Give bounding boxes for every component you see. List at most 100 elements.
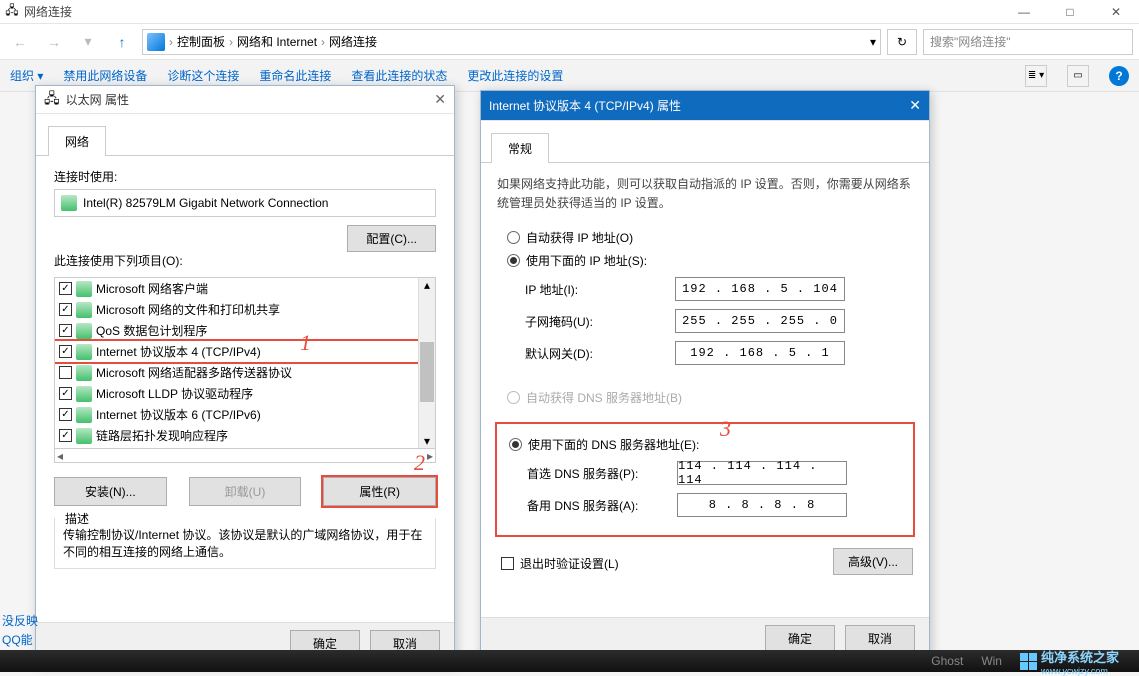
brand-name: 纯净系统之家 bbox=[1041, 647, 1119, 666]
checkbox[interactable]: ✓ bbox=[59, 429, 72, 442]
tab-network[interactable]: 网络 bbox=[48, 126, 106, 156]
checkbox[interactable]: ✓ bbox=[59, 303, 72, 316]
list-item[interactable]: Microsoft LLDP 协议驱动程序 bbox=[96, 385, 253, 402]
protocol-icon bbox=[76, 302, 92, 318]
checkbox[interactable]: ✓ bbox=[59, 282, 72, 295]
checkbox[interactable] bbox=[501, 557, 514, 570]
eth-titlebar[interactable]: 🖧 以太网 属性 ✕ bbox=[36, 86, 454, 114]
checkbox[interactable]: ✓ bbox=[59, 387, 72, 400]
uninstall-button: 卸载(U) bbox=[189, 477, 302, 506]
advanced-button[interactable]: 高级(V)... bbox=[833, 548, 913, 575]
crumb-network-internet[interactable]: 网络和 Internet bbox=[237, 33, 317, 50]
crumb-control-panel[interactable]: 控制面板 bbox=[177, 33, 225, 50]
dns1-input[interactable]: 114 . 114 . 114 . 114 bbox=[677, 461, 847, 485]
radio-auto-ip[interactable]: 自动获得 IP 地址(O) bbox=[507, 229, 913, 246]
dns2-label: 备用 DNS 服务器(A): bbox=[527, 497, 677, 514]
protocol-icon bbox=[76, 407, 92, 423]
ethernet-properties-dialog: 🖧 以太网 属性 ✕ 网络 连接时使用: Intel(R) 82579LM Gi… bbox=[35, 85, 455, 665]
maximize-button[interactable]: □ bbox=[1047, 0, 1093, 23]
rename-button[interactable]: 重命名此连接 bbox=[259, 67, 331, 84]
checkbox[interactable]: ✓ bbox=[59, 324, 72, 337]
background-links: 没反映 QQ能 bbox=[2, 612, 38, 648]
dns2-input[interactable]: 8 . 8 . 8 . 8 bbox=[677, 493, 847, 517]
mask-label: 子网掩码(U): bbox=[525, 313, 675, 330]
tab-general[interactable]: 常规 bbox=[491, 133, 549, 163]
ip-ok-button[interactable]: 确定 bbox=[765, 625, 835, 652]
brand-url: www.ycwjzy.com bbox=[1041, 666, 1119, 676]
change-settings-button[interactable]: 更改此连接的设置 bbox=[467, 67, 563, 84]
items-label: 此连接使用下列项目(O): bbox=[54, 252, 436, 269]
radio-icon bbox=[507, 254, 520, 267]
taskbar-strip: Ghost Win 纯净系统之家 www.ycwjzy.com bbox=[0, 650, 1139, 672]
protocol-icon bbox=[76, 344, 92, 360]
radio-use-ip[interactable]: 使用下面的 IP 地址(S): bbox=[507, 252, 913, 269]
search-input[interactable]: 搜索"网络连接" bbox=[923, 29, 1133, 55]
recent-dropdown[interactable]: ▾ bbox=[74, 28, 102, 56]
subnet-mask-input[interactable]: 255 . 255 . 255 . 0 bbox=[675, 309, 845, 333]
bg-link[interactable]: 没反映 bbox=[2, 612, 38, 629]
ip-label: IP 地址(I): bbox=[525, 281, 675, 298]
help-icon[interactable]: ? bbox=[1109, 66, 1129, 86]
view-icon-2[interactable]: ▭ bbox=[1067, 65, 1089, 87]
ethernet-icon: 🖧 bbox=[44, 88, 60, 112]
desc-text: 传输控制协议/Internet 协议。该协议是默认的广域网络协议，用于在不同的相… bbox=[63, 526, 427, 560]
close-button[interactable]: ✕ bbox=[1093, 0, 1139, 23]
disable-device-button[interactable]: 禁用此网络设备 bbox=[63, 67, 147, 84]
checkbox[interactable]: ✓ bbox=[59, 345, 72, 358]
diagnose-button[interactable]: 诊断这个连接 bbox=[167, 67, 239, 84]
checkbox[interactable]: ✓ bbox=[59, 408, 72, 421]
ip-address-input[interactable]: 192 . 168 . 5 . 104 bbox=[675, 277, 845, 301]
breadcrumb-dropdown-icon[interactable]: ▾ bbox=[870, 35, 876, 49]
minimize-button[interactable]: — bbox=[1001, 0, 1047, 23]
protocol-list[interactable]: ✓Microsoft 网络客户端 ✓Microsoft 网络的文件和打印机共享 … bbox=[54, 277, 436, 449]
up-button[interactable]: ↑ bbox=[108, 28, 136, 56]
adapter-icon bbox=[61, 195, 77, 211]
radio-use-dns[interactable]: 使用下面的 DNS 服务器地址(E): bbox=[509, 436, 911, 453]
ip-close-button[interactable]: ✕ bbox=[909, 97, 921, 114]
view-status-button[interactable]: 查看此连接的状态 bbox=[351, 67, 447, 84]
breadcrumb-bar[interactable]: › 控制面板 › 网络和 Internet › 网络连接 ▾ bbox=[142, 29, 881, 55]
list-item[interactable]: Microsoft 网络的文件和打印机共享 bbox=[96, 301, 280, 318]
list-item[interactable]: Microsoft 网络客户端 bbox=[96, 280, 208, 297]
list-item[interactable]: 链路层拓扑发现响应程序 bbox=[96, 427, 228, 444]
nav-bar: ← → ▾ ↑ › 控制面板 › 网络和 Internet › 网络连接 ▾ ↻… bbox=[0, 24, 1139, 60]
main-titlebar: 🖧 网络连接 — □ ✕ bbox=[0, 0, 1139, 24]
list-item-ipv4[interactable]: Internet 协议版本 4 (TCP/IPv4) bbox=[96, 343, 261, 360]
bg-link[interactable]: QQ能 bbox=[2, 631, 38, 648]
desc-label: 描述 bbox=[61, 510, 93, 527]
win-text: Win bbox=[981, 654, 1002, 668]
organize-menu[interactable]: 组织 ▾ bbox=[10, 67, 43, 84]
back-button[interactable]: ← bbox=[6, 28, 34, 56]
eth-close-button[interactable]: ✕ bbox=[434, 91, 446, 108]
view-icon-1[interactable]: ≣ ▾ bbox=[1025, 65, 1047, 87]
properties-button[interactable]: 属性(R) bbox=[323, 477, 436, 506]
scrollbar[interactable]: ▴▾ bbox=[418, 278, 435, 448]
adapter-field[interactable]: Intel(R) 82579LM Gigabit Network Connect… bbox=[54, 189, 436, 217]
adapter-name: Intel(R) 82579LM Gigabit Network Connect… bbox=[83, 196, 328, 210]
dns-group-highlight: 使用下面的 DNS 服务器地址(E): 首选 DNS 服务器(P):114 . … bbox=[497, 424, 913, 535]
ghost-text: Ghost bbox=[931, 654, 963, 668]
list-item[interactable]: QoS 数据包计划程序 bbox=[96, 322, 207, 339]
gateway-input[interactable]: 192 . 168 . 5 . 1 bbox=[675, 341, 845, 365]
location-icon bbox=[147, 33, 165, 51]
protocol-icon bbox=[76, 281, 92, 297]
configure-button[interactable]: 配置(C)... bbox=[347, 225, 436, 252]
window-icon: 🖧 bbox=[0, 1, 24, 22]
radio-icon bbox=[507, 391, 520, 404]
radio-icon bbox=[507, 231, 520, 244]
protocol-icon bbox=[76, 386, 92, 402]
dns1-label: 首选 DNS 服务器(P): bbox=[527, 465, 677, 482]
checkbox[interactable] bbox=[59, 366, 72, 379]
install-button[interactable]: 安装(N)... bbox=[54, 477, 167, 506]
forward-button[interactable]: → bbox=[40, 28, 68, 56]
radio-auto-dns: 自动获得 DNS 服务器地址(B) bbox=[507, 389, 913, 406]
description-box: 描述 传输控制协议/Internet 协议。该协议是默认的广域网络协议，用于在不… bbox=[54, 518, 436, 569]
refresh-button[interactable]: ↻ bbox=[887, 29, 917, 55]
ip-title: Internet 协议版本 4 (TCP/IPv4) 属性 bbox=[489, 97, 909, 114]
crumb-network-connections[interactable]: 网络连接 bbox=[329, 33, 377, 50]
ip-titlebar[interactable]: Internet 协议版本 4 (TCP/IPv4) 属性 ✕ bbox=[481, 91, 929, 121]
list-item[interactable]: Microsoft 网络适配器多路传送器协议 bbox=[96, 364, 292, 381]
connect-using-label: 连接时使用: bbox=[54, 168, 436, 185]
list-item[interactable]: Internet 协议版本 6 (TCP/IPv6) bbox=[96, 406, 261, 423]
ip-cancel-button[interactable]: 取消 bbox=[845, 625, 915, 652]
